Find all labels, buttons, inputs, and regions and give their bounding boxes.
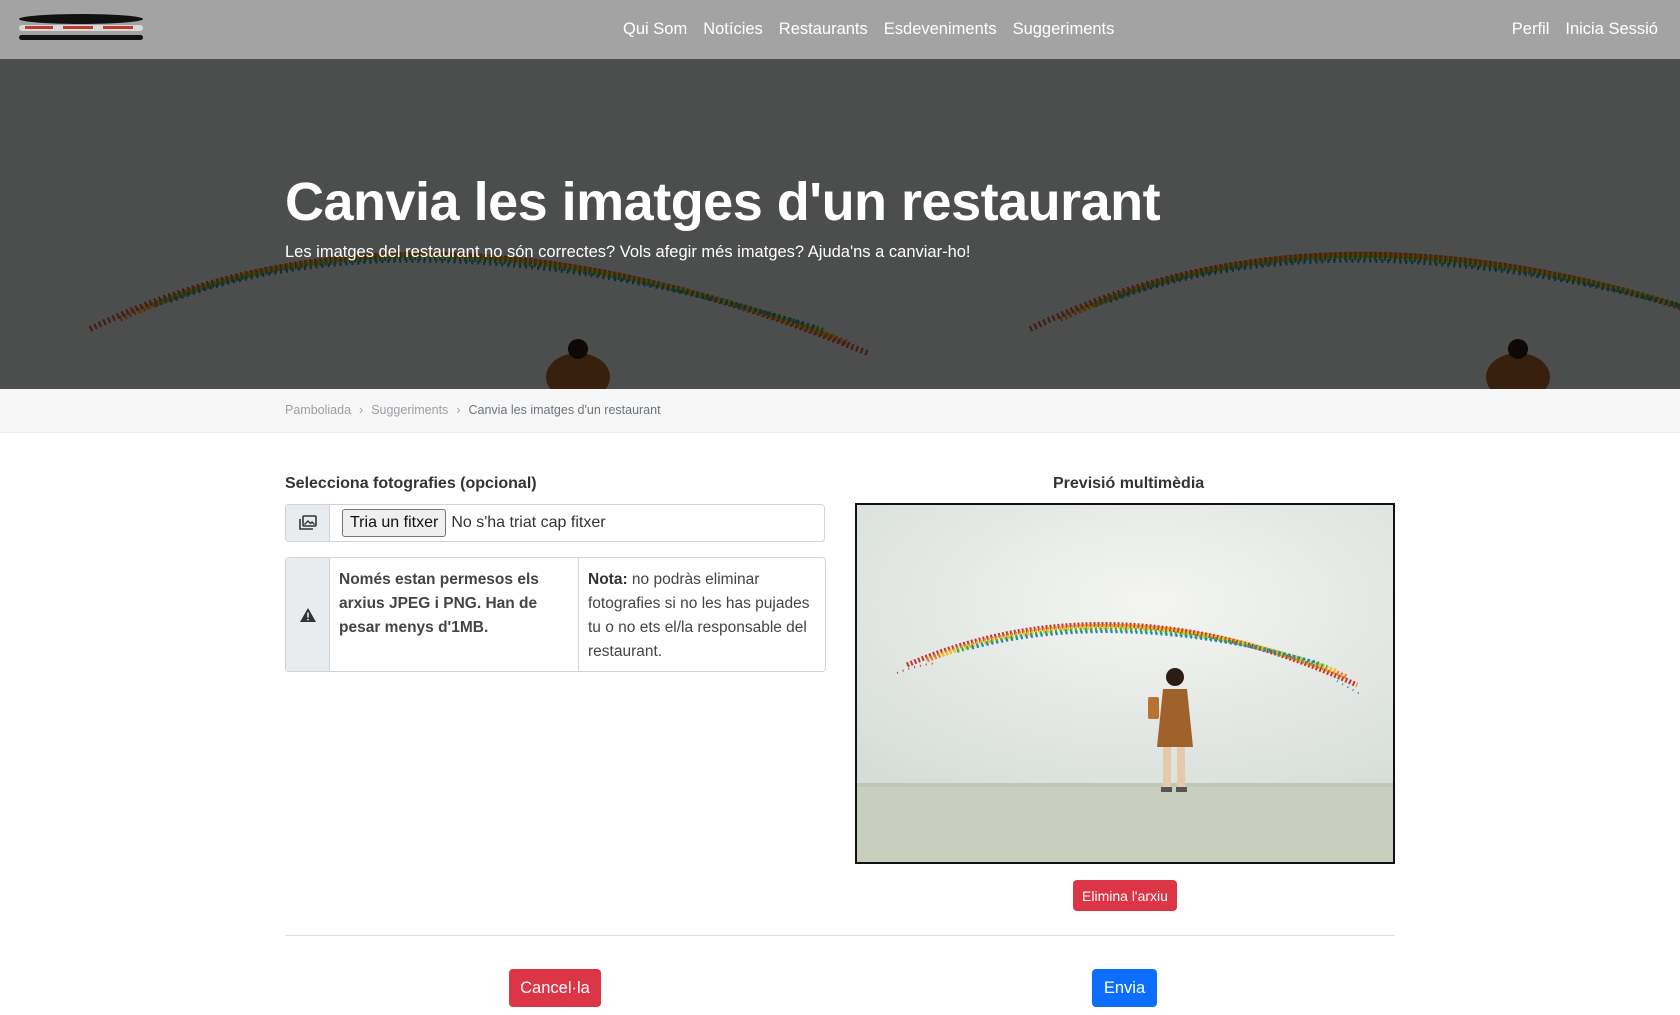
nav-link-qui-som[interactable]: Qui Som	[623, 20, 687, 39]
images-icon	[286, 505, 330, 541]
choose-file-button[interactable]: Tria un fitxer	[342, 509, 447, 537]
upload-info-box: Només estan permesos els arxius JPEG i P…	[285, 557, 826, 672]
warning-triangle-icon	[286, 558, 330, 671]
preview-label: Previsió multimèdia	[1053, 475, 1205, 492]
cancel-button[interactable]: Cancel·la	[509, 969, 601, 1007]
nav-link-esdeveniments[interactable]: Esdeveniments	[884, 20, 997, 39]
remove-file-button[interactable]: Elimina l'arxiu	[1073, 880, 1177, 911]
nav-link-noticies[interactable]: Notícies	[703, 20, 763, 39]
file-restrictions-text: Només estan permesos els arxius JPEG i P…	[330, 558, 579, 671]
main-nav: Qui Som Notícies Restaurants Esdevenimen…	[623, 0, 1114, 59]
breadcrumb: Pamboliada › Suggeriments › Canvia les i…	[285, 403, 661, 417]
nav-link-login[interactable]: Inicia Sessió	[1565, 20, 1658, 39]
no-file-text: No s'ha triat cap fitxer	[451, 514, 606, 531]
file-input[interactable]: Tria un fitxer No s'ha triat cap fitxer	[330, 505, 824, 541]
breadcrumb-suggeriments[interactable]: Suggeriments	[371, 403, 448, 417]
breadcrumb-separator: ›	[359, 403, 364, 417]
user-nav: Perfil Inicia Sessió	[1512, 0, 1658, 59]
nav-link-perfil[interactable]: Perfil	[1512, 20, 1550, 39]
preview-image	[855, 503, 1395, 864]
page-subtitle: Les imatges del restaurant no són correc…	[285, 243, 971, 261]
photos-label: Selecciona fotografies (opcional)	[285, 475, 537, 492]
hero-banner: Canvia les imatges d'un restaurant Les i…	[0, 59, 1680, 389]
site-logo[interactable]	[17, 13, 145, 45]
nav-link-restaurants[interactable]: Restaurants	[779, 20, 868, 39]
file-input-group: Tria un fitxer No s'ha triat cap fitxer	[285, 504, 825, 542]
note-text: Nota: no podràs eliminar fotografies si …	[579, 558, 825, 671]
nav-link-suggeriments[interactable]: Suggeriments	[1013, 20, 1115, 39]
form-divider	[285, 935, 1395, 936]
breadcrumb-current: Canvia les imatges d'un restaurant	[468, 403, 661, 417]
submit-button[interactable]: Envia	[1092, 969, 1157, 1007]
breadcrumb-home[interactable]: Pamboliada	[285, 403, 351, 417]
page-title: Canvia les imatges d'un restaurant	[285, 172, 1161, 232]
breadcrumb-bar: Pamboliada › Suggeriments › Canvia les i…	[0, 389, 1680, 433]
top-navbar: Qui Som Notícies Restaurants Esdevenimen…	[0, 0, 1680, 59]
note-label: Nota:	[588, 571, 628, 588]
breadcrumb-separator: ›	[456, 403, 461, 417]
